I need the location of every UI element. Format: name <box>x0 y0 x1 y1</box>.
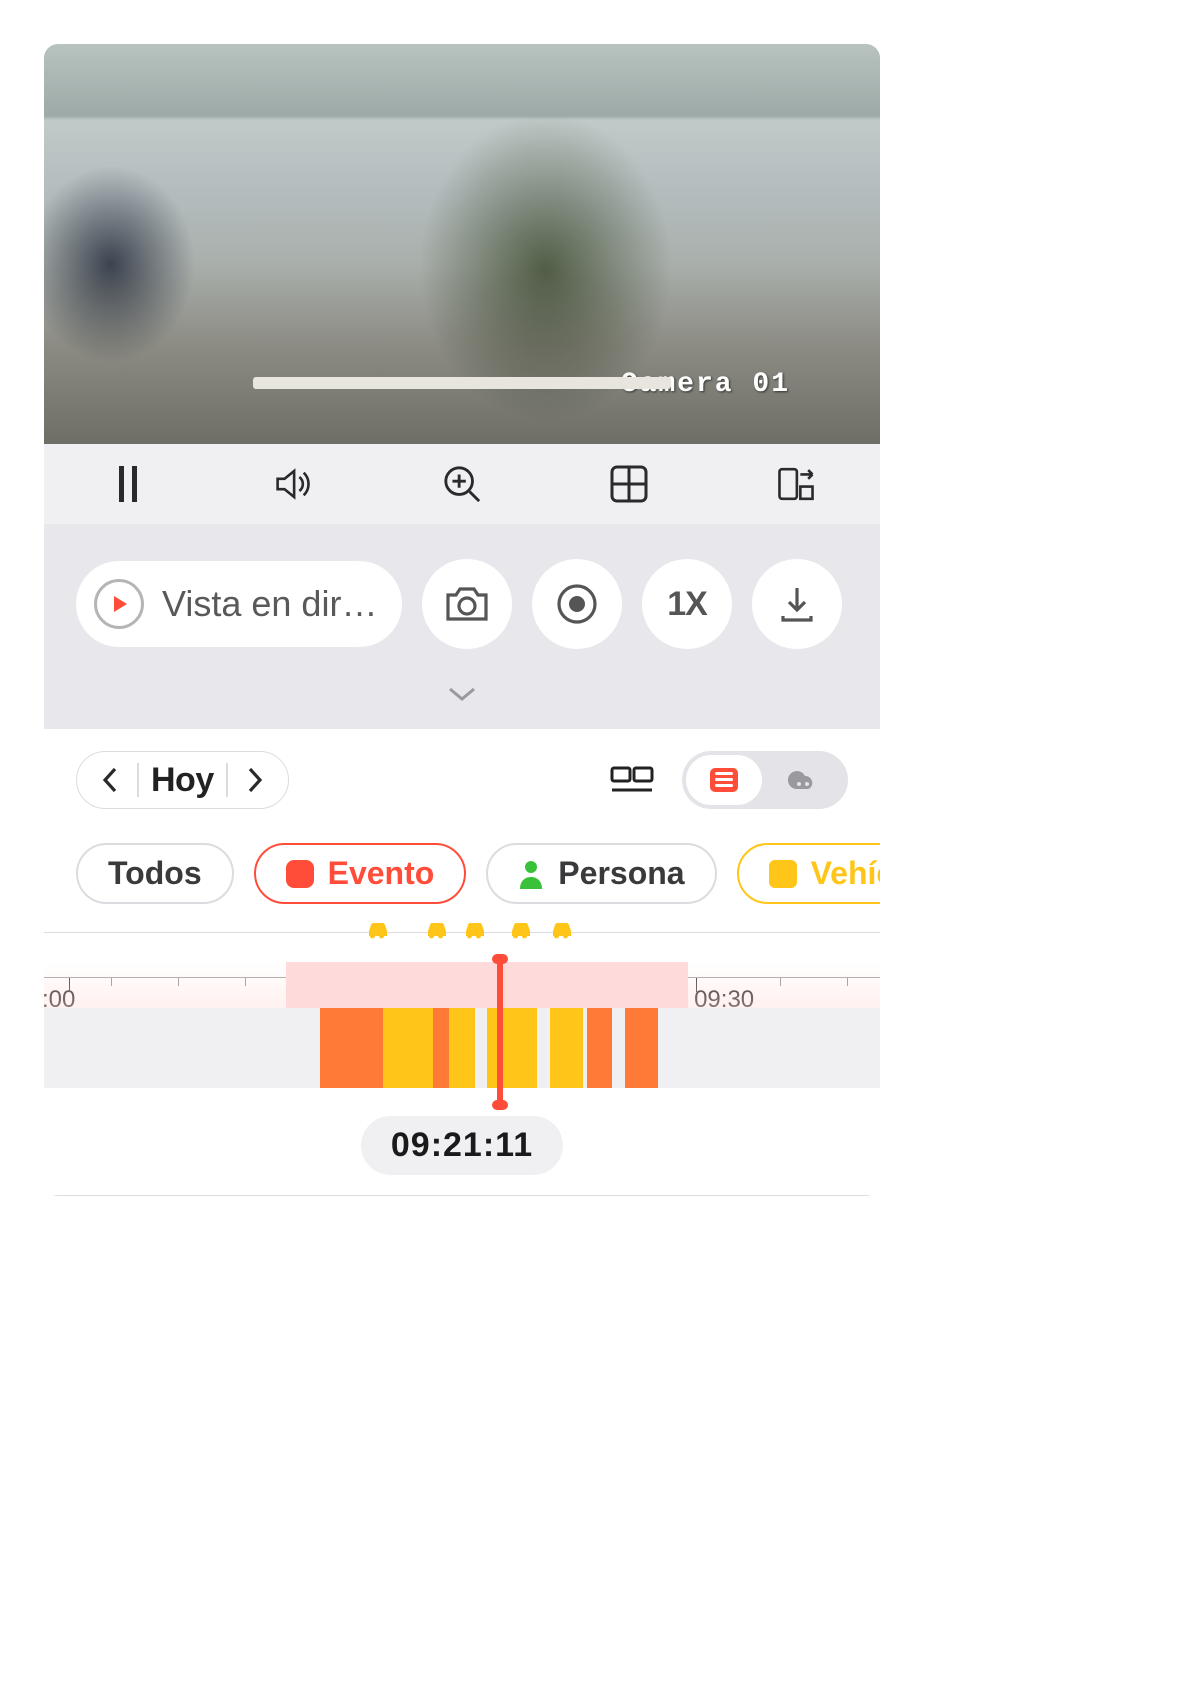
video-toolbar <box>44 444 880 524</box>
divider <box>226 763 228 797</box>
prev-day-button[interactable] <box>95 765 125 795</box>
storage-source-toggle[interactable] <box>682 751 848 809</box>
event-filter-row: Todos Evento Persona Vehículo <box>44 831 880 933</box>
storage-cloud-option[interactable] <box>762 767 844 793</box>
timeline-track[interactable] <box>44 1008 880 1088</box>
timeline-segment-or <box>587 1008 612 1088</box>
camera-id-label: Camera 01 <box>621 369 790 400</box>
chevron-right-icon <box>246 766 264 794</box>
vehicle-marker-icon <box>462 919 488 939</box>
next-day-button[interactable] <box>240 765 270 795</box>
filter-vehicle[interactable]: Vehículo <box>737 843 880 904</box>
timeline-segment-ye <box>449 1008 474 1088</box>
record-icon <box>556 583 598 625</box>
clip-list-view-button[interactable] <box>610 765 654 795</box>
timeline-segment-ye <box>550 1008 583 1088</box>
chevron-left-icon <box>101 766 119 794</box>
chevron-down-icon <box>447 685 477 703</box>
timeline-segment-or <box>625 1008 658 1088</box>
download-button[interactable] <box>752 559 842 649</box>
storage-sd-option[interactable] <box>686 755 762 805</box>
live-view-label: Vista en dir… <box>162 583 377 625</box>
phone-rotate-icon[interactable] <box>776 464 816 504</box>
filter-person-label: Persona <box>558 855 684 892</box>
date-navigator: Hoy <box>76 751 289 809</box>
square-icon <box>286 860 314 888</box>
timeline-segment-ye <box>383 1008 433 1088</box>
filter-all-label: Todos <box>108 855 202 892</box>
timeline-segment-or <box>320 1008 383 1088</box>
date-source-row: Hoy <box>44 729 880 831</box>
playback-speed-label: 1X <box>667 585 707 624</box>
multiview-grid-icon[interactable] <box>609 464 649 504</box>
timeline: :00 09:1509:30 <box>44 933 880 1088</box>
timeline-cursor[interactable] <box>497 958 503 1106</box>
vehicle-marker-icon <box>508 919 534 939</box>
expand-actions-button[interactable] <box>44 667 880 729</box>
bottom-divider <box>44 1195 880 1196</box>
playback-speed-button[interactable]: 1X <box>642 559 732 649</box>
vehicle-marker-icon <box>365 919 391 939</box>
cursor-time-pill[interactable]: 09:21:11 <box>361 1116 563 1175</box>
person-icon <box>518 859 544 889</box>
vehicle-marker-icon <box>424 919 450 939</box>
playback-actions-row: Vista en dir… 1X <box>44 524 880 667</box>
thumbnails-icon <box>610 765 654 795</box>
timeline-segment-or <box>433 1008 450 1088</box>
live-view-button[interactable]: Vista en dir… <box>76 561 402 647</box>
pause-icon[interactable] <box>108 464 148 504</box>
filter-vehicle-label: Vehículo <box>811 855 880 892</box>
speaker-icon[interactable] <box>275 464 315 504</box>
record-button[interactable] <box>532 559 622 649</box>
camera-playback-app: Camera 01 <box>44 44 880 1196</box>
filter-event-label: Evento <box>328 855 435 892</box>
download-icon <box>777 584 817 624</box>
snapshot-button[interactable] <box>422 559 512 649</box>
cursor-time-row: 09:21:11 <box>44 1088 880 1191</box>
play-icon <box>94 579 144 629</box>
vehicle-marker-icon <box>549 919 575 939</box>
timeline-segment-ye <box>487 1008 537 1088</box>
sd-card-icon <box>708 766 740 794</box>
timeline-segment-pale <box>286 962 687 1008</box>
vehicle-icon-bg <box>769 860 797 888</box>
divider <box>137 763 139 797</box>
filter-event[interactable]: Evento <box>254 843 467 904</box>
camera-icon <box>444 585 490 623</box>
cloud-icon <box>784 767 822 793</box>
filter-person[interactable]: Persona <box>486 843 716 904</box>
current-date-label[interactable]: Hoy <box>151 761 214 800</box>
cursor-time-value: 09:21:11 <box>391 1126 533 1164</box>
filter-all[interactable]: Todos <box>76 843 234 904</box>
zoom-in-icon[interactable] <box>442 464 482 504</box>
video-feed[interactable]: Camera 01 <box>44 44 880 444</box>
